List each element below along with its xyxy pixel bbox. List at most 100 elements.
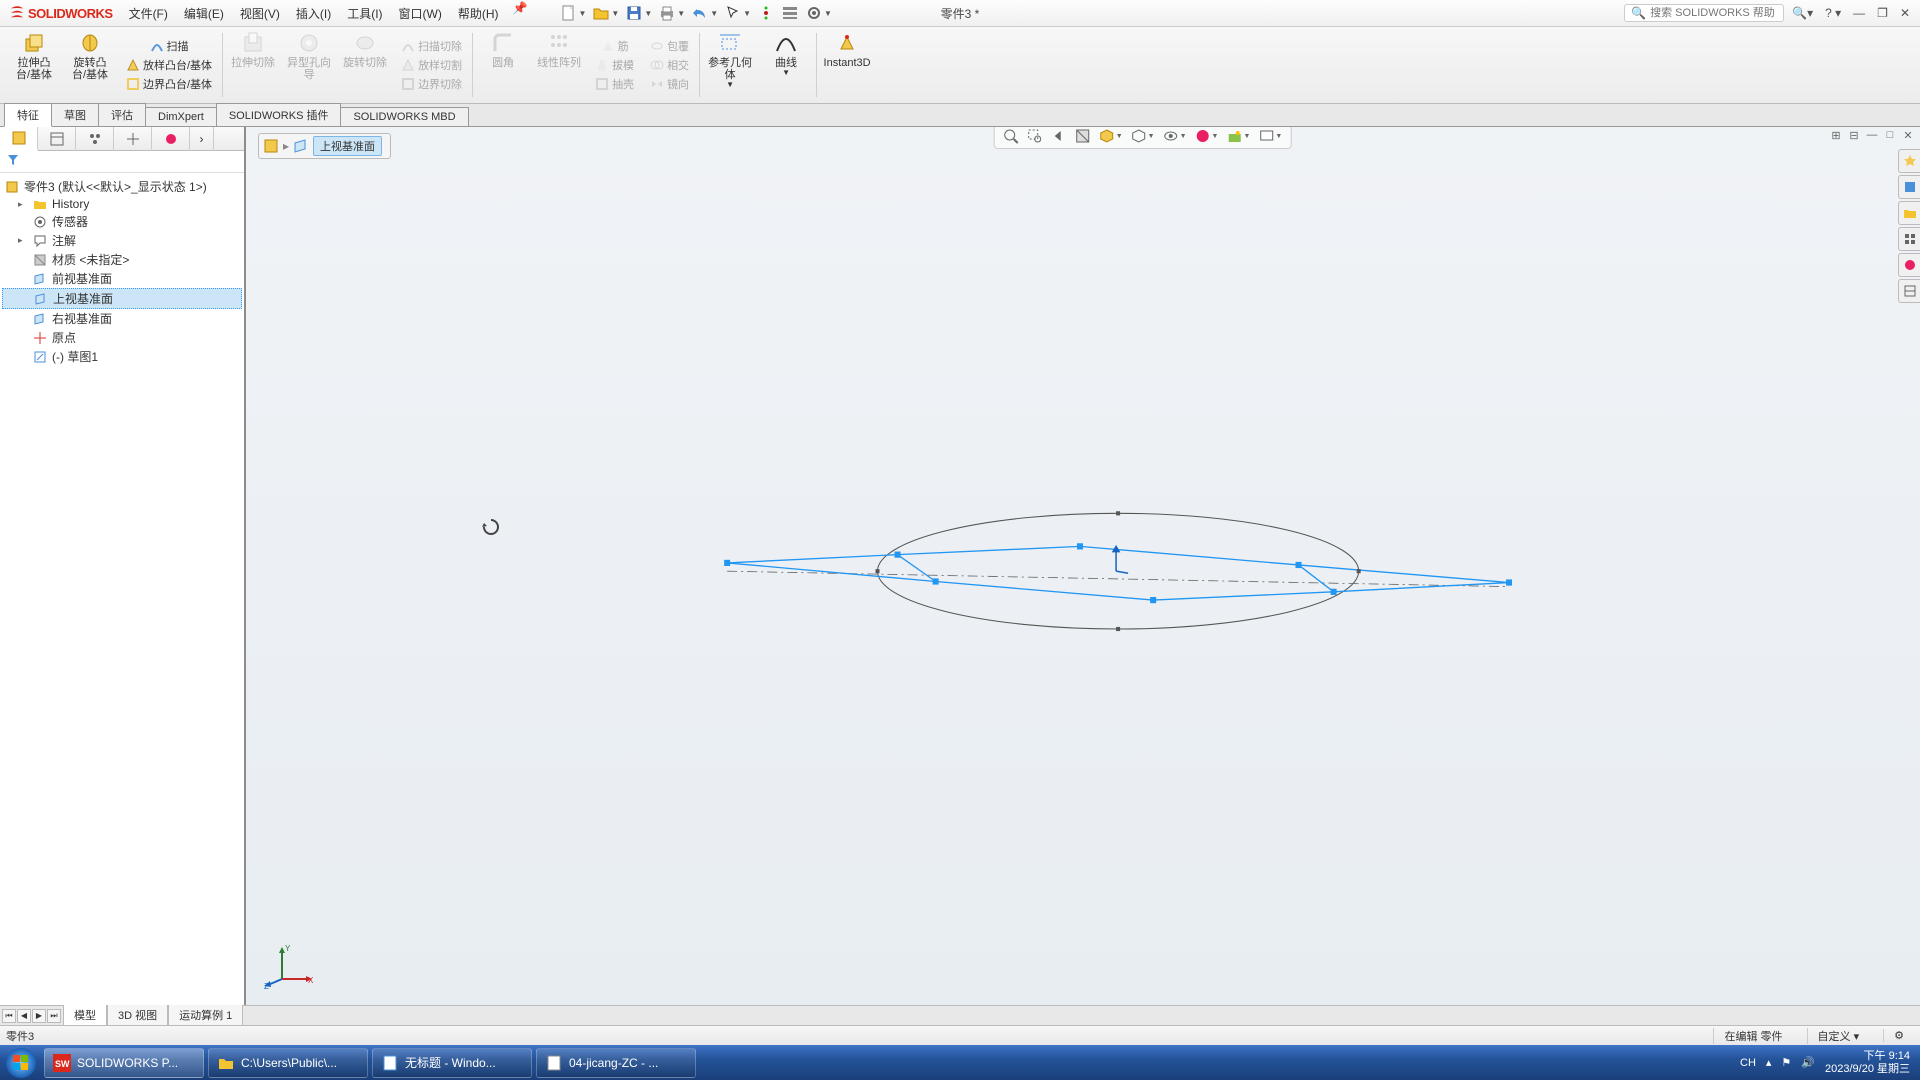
view-triad-icon[interactable]: Y X Z (264, 941, 314, 991)
fm-tab-property[interactable] (38, 127, 76, 151)
tree-material[interactable]: 材质 <未指定> (2, 250, 242, 269)
menu-help[interactable]: 帮助(H) (450, 1, 507, 26)
tree-history[interactable]: ▸History (2, 196, 242, 212)
new-button[interactable]: ▼ (558, 2, 589, 24)
rib-button: 筋 (599, 37, 631, 55)
sweep-button[interactable]: 扫描 (148, 37, 191, 55)
select-button[interactable]: ▼ (722, 2, 753, 24)
close-button[interactable]: ✕ (1896, 4, 1914, 22)
loft-cut-button: 放样切割 (399, 56, 464, 74)
menu-view[interactable]: 视图(V) (232, 1, 288, 26)
fm-tab-more[interactable]: › (190, 127, 214, 151)
pin-icon[interactable]: 📌 (513, 1, 528, 26)
save-button[interactable]: ▼ (623, 2, 654, 24)
svg-text:SW: SW (55, 1059, 70, 1069)
feature-manager-filter (0, 151, 244, 173)
search-dropdown-button[interactable]: 🔍▾ (1788, 4, 1817, 22)
print-button[interactable]: ▼ (656, 2, 687, 24)
tab-features[interactable]: 特征 (4, 103, 52, 127)
taskbar-solidworks[interactable]: SWSOLIDWORKS P... (44, 1048, 204, 1078)
lower-tab-nav-last[interactable]: ⏭ (47, 1009, 61, 1023)
mirror-button: 镜向 (648, 75, 691, 93)
instant3d-button[interactable]: Instant3D (825, 31, 869, 69)
menu-file[interactable]: 文件(F) (121, 1, 176, 26)
lower-tab-nav-prev[interactable]: ◀ (17, 1009, 31, 1023)
tab-sketch[interactable]: 草图 (51, 103, 99, 126)
origin-icon (32, 331, 48, 345)
sw-app-icon: SW (53, 1054, 71, 1072)
windows-taskbar: SWSOLIDWORKS P... C:\Users\Public\... 无标… (0, 1045, 1920, 1080)
fm-tab-tree[interactable] (0, 127, 38, 151)
options-button[interactable] (779, 2, 801, 24)
menu-insert[interactable]: 插入(I) (288, 1, 339, 26)
wrap-button: 包覆 (648, 37, 691, 55)
tree-sketch1[interactable]: (-) 草图1 (2, 347, 242, 366)
extrude-boss-button[interactable]: 拉伸凸台/基体 (12, 31, 56, 81)
minimize-button[interactable]: — (1849, 4, 1869, 22)
restore-button[interactable]: ❐ (1873, 4, 1892, 22)
revolve-cut-button: 旋转切除 (343, 31, 387, 69)
lower-tab-nav-first[interactable]: ⏮ (2, 1009, 16, 1023)
curves-button[interactable]: 曲线▼ (764, 31, 808, 78)
tray-clock[interactable]: 下午 9:14 2023/9/20 星期三 (1825, 1050, 1910, 1074)
menu-edit[interactable]: 编辑(E) (176, 1, 232, 26)
main-area: › 零件3 (默认<<默认>_显示状态 1>) ▸History 传感器 ▸注解… (0, 127, 1920, 1005)
graphics-viewport[interactable]: ▸ 上视基准面 ▼ ▼ ▼ ▼ ▼ ▼ ⊞ ⊟ — □ ✕ (246, 127, 1920, 1005)
boundary-button[interactable]: 边界凸台/基体 (124, 75, 214, 93)
hole-wizard-button: 异型孔向导 (287, 31, 331, 81)
tree-root[interactable]: 零件3 (默认<<默认>_显示状态 1>) (2, 177, 242, 196)
fm-tab-dimxpert[interactable] (114, 127, 152, 151)
fm-tab-display[interactable] (152, 127, 190, 151)
annotation-icon (32, 234, 48, 248)
menu-tools[interactable]: 工具(I) (339, 1, 390, 26)
feature-tree: 零件3 (默认<<默认>_显示状态 1>) ▸History 传感器 ▸注解 材… (0, 173, 244, 370)
tree-top-plane[interactable]: 上视基准面 (2, 288, 242, 309)
tab-mbd[interactable]: SOLIDWORKS MBD (340, 107, 468, 126)
tray-volume-icon[interactable]: 🔊 (1801, 1056, 1815, 1069)
filter-icon[interactable] (6, 153, 20, 167)
plane-icon (33, 292, 49, 306)
tree-origin[interactable]: 原点 (2, 328, 242, 347)
title-bar: SOLIDWORKS 文件(F) 编辑(E) 视图(V) 插入(I) 工具(I)… (0, 0, 1920, 27)
tray-up-icon[interactable]: ▴ (1766, 1056, 1772, 1069)
revolve-boss-button[interactable]: 旋转凸台/基体 (68, 31, 112, 81)
taskbar-doc[interactable]: 04-jicang-ZC - ... (536, 1048, 696, 1078)
reference-geometry-button[interactable]: 参考几何体▼ (708, 31, 752, 90)
sweep-icon (150, 39, 164, 53)
fm-tab-config[interactable] (76, 127, 114, 151)
taskbar-notepad[interactable]: 无标题 - Windo... (372, 1048, 532, 1078)
open-button[interactable]: ▼ (590, 2, 621, 24)
tray-flag-icon[interactable]: ⚑ (1781, 1056, 1791, 1069)
sweep-cut-button: 扫描切除 (399, 37, 464, 55)
start-button[interactable] (0, 1045, 42, 1080)
rebuild-button[interactable] (755, 2, 777, 24)
taskbar-explorer[interactable]: C:\Users\Public\... (208, 1048, 368, 1078)
status-custom[interactable]: 自定义 ▾ (1807, 1028, 1870, 1044)
tree-annotations[interactable]: ▸注解 (2, 231, 242, 250)
curves-icon (774, 31, 798, 55)
search-icon: 🔍 (1631, 6, 1646, 20)
undo-button[interactable]: ▼ (689, 2, 720, 24)
status-unit-button[interactable]: ⚙ (1883, 1029, 1914, 1042)
loft-button[interactable]: 放样凸台/基体 (124, 56, 214, 74)
tree-right-plane[interactable]: 右视基准面 (2, 309, 242, 328)
search-help-input[interactable] (1650, 7, 1777, 19)
intersect-button: 相交 (648, 56, 691, 74)
tree-front-plane[interactable]: 前视基准面 (2, 269, 242, 288)
lower-tab-3dview[interactable]: 3D 视图 (107, 1005, 168, 1026)
search-help-box[interactable]: 🔍 (1624, 4, 1784, 22)
lower-tab-nav-next[interactable]: ▶ (32, 1009, 46, 1023)
tree-sensors[interactable]: 传感器 (2, 212, 242, 231)
tab-addins[interactable]: SOLIDWORKS 插件 (216, 103, 342, 126)
lower-tab-motion[interactable]: 运动算例 1 (168, 1005, 243, 1026)
ime-indicator[interactable]: CH (1740, 1057, 1756, 1069)
help-button[interactable]: ? ▾ (1821, 4, 1845, 22)
command-manager-tabs: 特征 草图 评估 DimXpert SOLIDWORKS 插件 SOLIDWOR… (0, 104, 1920, 127)
refgeom-icon (718, 31, 742, 55)
feature-manager-tabs: › (0, 127, 244, 151)
menu-window[interactable]: 窗口(W) (391, 1, 450, 26)
lower-tab-model[interactable]: 模型 (63, 1005, 107, 1026)
tab-dimxpert[interactable]: DimXpert (145, 107, 217, 126)
tab-evaluate[interactable]: 评估 (98, 103, 146, 126)
settings-button[interactable]: ▼ (803, 2, 834, 24)
